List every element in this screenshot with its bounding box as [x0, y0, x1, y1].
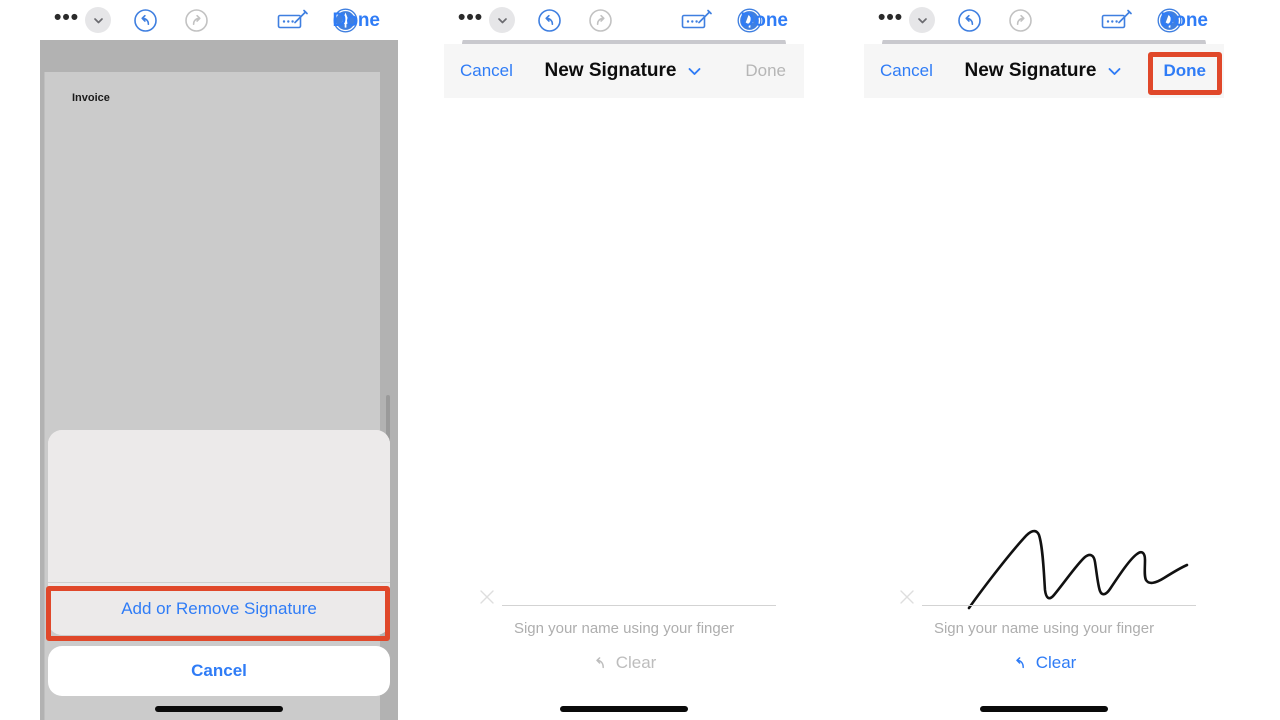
- document-title: Invoice: [72, 92, 110, 104]
- highlight-box-done: [1148, 52, 1222, 95]
- signature-baseline-2: [502, 605, 776, 606]
- undo-glyph: [134, 9, 157, 32]
- undo-glyph-3: [958, 9, 981, 32]
- markup-glyph-3: [1101, 9, 1132, 29]
- clear-signature-button-2[interactable]: Clear: [444, 653, 804, 673]
- markup-toolbar-3: ••• Done: [864, 0, 1224, 40]
- undo-icon-2[interactable]: [537, 8, 562, 33]
- chevron-down-icon-3[interactable]: [1106, 63, 1123, 80]
- toolbar-done-button-1[interactable]: Done: [333, 10, 381, 32]
- signature-hint-3: Sign your name using your finger: [933, 620, 1155, 637]
- undo-glyph-2: [538, 9, 561, 32]
- chevron-down-icon-toolbar-2[interactable]: [489, 7, 515, 33]
- redo-icon-3: [1008, 8, 1033, 33]
- signature-sheet-title-2: New Signature: [544, 60, 677, 81]
- chevron-down-glyph-3: [917, 17, 927, 23]
- action-sheet-preview: [48, 430, 390, 582]
- highlight-box-add-remove-signature: [46, 586, 390, 641]
- signature-hint-2: Sign your name using your finger: [513, 620, 735, 637]
- redo-icon-2: [588, 8, 613, 33]
- x-glyph-3: [900, 590, 914, 604]
- action-sheet-cancel-button[interactable]: Cancel: [48, 646, 390, 696]
- toolbar-done-button-3[interactable]: Done: [1161, 10, 1209, 32]
- clear-undo-icon-2: [595, 656, 604, 668]
- undo-icon-3[interactable]: [957, 8, 982, 33]
- chevron-down-glyph-2: [497, 17, 507, 23]
- phone-panel-3: Sign your name using your finger Clear C…: [864, 0, 1224, 720]
- phone-panel-2: Sign your name using your finger Clear C…: [444, 0, 804, 720]
- redo-glyph: [185, 9, 208, 32]
- clear-signature-label-2: Clear: [615, 653, 657, 672]
- home-indicator-3: [980, 706, 1108, 712]
- more-options-icon-3[interactable]: •••: [878, 7, 903, 28]
- clear-signature-button-3[interactable]: Clear: [864, 653, 1224, 673]
- signature-done-button-2: Done: [745, 61, 786, 80]
- markup-toolbar-1: ••• Done: [40, 0, 398, 40]
- undo-icon[interactable]: [133, 8, 158, 33]
- signature-sheet-header-2: Cancel New Signature Done: [444, 44, 804, 98]
- markup-pencil-icon[interactable]: [276, 8, 310, 33]
- chevron-down-glyph: [93, 17, 103, 23]
- x-glyph: [480, 590, 494, 604]
- chevron-down-icon-2[interactable]: [686, 63, 703, 80]
- signature-x-mark-icon-2: [478, 588, 496, 611]
- redo-glyph-2: [589, 9, 612, 32]
- home-indicator-2: [560, 706, 688, 712]
- more-options-icon[interactable]: •••: [54, 7, 79, 28]
- markup-toolbar-2: ••• Done: [444, 0, 804, 40]
- clear-signature-label-3: Clear: [1035, 653, 1077, 672]
- home-indicator-1: [155, 706, 283, 712]
- markup-glyph-2: [681, 9, 712, 29]
- markup-pencil-icon-3[interactable]: [1100, 8, 1134, 33]
- redo-icon: [184, 8, 209, 33]
- clear-undo-icon-3: [1015, 656, 1024, 668]
- more-options-icon-2[interactable]: •••: [458, 7, 483, 28]
- chevron-down-icon-toolbar-3[interactable]: [909, 7, 935, 33]
- signature-baseline-3: [922, 605, 1196, 606]
- markup-glyph: [277, 9, 308, 29]
- signature-x-mark-icon-3: [898, 588, 916, 611]
- drawn-signature-stroke: [967, 529, 1189, 610]
- screenshot-stage: Invoice Add or Remove Signature Cancel •…: [0, 0, 1280, 720]
- redo-glyph-3: [1009, 9, 1032, 32]
- toolbar-done-button-2[interactable]: Done: [741, 10, 789, 32]
- signature-sheet-title-3: New Signature: [964, 60, 1097, 81]
- chevron-down-icon[interactable]: [85, 7, 111, 33]
- markup-pencil-icon-2[interactable]: [680, 8, 714, 33]
